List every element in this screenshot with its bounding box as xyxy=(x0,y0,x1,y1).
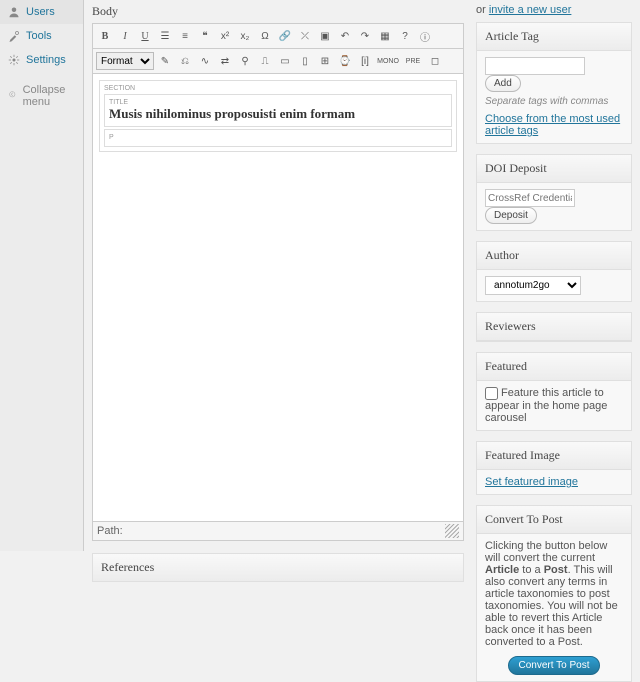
featured-image-panel: Featured Image Set featured image xyxy=(476,441,632,495)
invite-line: or invite a new user xyxy=(476,4,632,22)
tool-k[interactable]: [i] xyxy=(356,52,374,70)
toolbar-row-2: Format ✎ ⎌ ∿ ⇄ ⚲ ⎍ ▭ ▯ ⊞ ⌚ [i] MONO PRE … xyxy=(92,49,464,74)
path-label: Path: xyxy=(97,525,123,537)
doi-panel: DOI Deposit Deposit xyxy=(476,154,632,231)
sidebar-item-label: Settings xyxy=(26,54,66,66)
editor-content[interactable]: SECTION TITLE Musis nihilominus proposui… xyxy=(92,74,464,522)
tool-h[interactable]: ▯ xyxy=(296,52,314,70)
featured-text: Feature this article to appear in the ho… xyxy=(485,387,607,424)
info-button[interactable]: ⓘ xyxy=(416,27,434,45)
title-tag: TITLE xyxy=(109,99,447,106)
sidebar-item-tools[interactable]: Tools xyxy=(0,24,83,48)
unlink-button[interactable]: ⤫ xyxy=(296,27,314,45)
help-button[interactable]: ? xyxy=(396,27,414,45)
author-heading: Author xyxy=(477,242,631,270)
featured-image-heading: Featured Image xyxy=(477,442,631,470)
featured-panel: Featured Feature this article to appear … xyxy=(476,352,632,431)
resize-handle[interactable] xyxy=(445,524,459,538)
tag-hint: Separate tags with commas xyxy=(485,96,623,107)
tag-input[interactable] xyxy=(485,57,585,75)
sidebar-item-users[interactable]: Users xyxy=(0,0,83,24)
section-tag: SECTION xyxy=(104,85,452,92)
italic-button[interactable]: I xyxy=(116,27,134,45)
underline-button[interactable]: U xyxy=(136,27,154,45)
grid-button[interactable]: ▦ xyxy=(376,27,394,45)
tool-l[interactable]: ◻ xyxy=(426,52,444,70)
mono-button[interactable]: MONO xyxy=(376,52,400,70)
featured-checkbox[interactable] xyxy=(485,387,498,400)
featured-heading: Featured xyxy=(477,353,631,381)
convert-heading: Convert To Post xyxy=(477,506,631,534)
doi-heading: DOI Deposit xyxy=(477,155,631,183)
set-featured-image-link[interactable]: Set featured image xyxy=(485,476,578,488)
number-list-button[interactable]: ≡ xyxy=(176,27,194,45)
tool-j[interactable]: ⌚ xyxy=(336,52,354,70)
sidebar-item-settings[interactable]: Settings xyxy=(0,48,83,72)
link-button[interactable]: 🔗 xyxy=(276,27,294,45)
path-bar: Path: xyxy=(92,522,464,541)
format-select[interactable]: Format xyxy=(96,52,154,70)
tool-d[interactable]: ⇄ xyxy=(216,52,234,70)
superscript-button[interactable]: x² xyxy=(216,27,234,45)
article-tag-panel: Article Tag Add Separate tags with comma… xyxy=(476,22,632,144)
add-tag-button[interactable]: Add xyxy=(485,75,521,92)
undo-button[interactable]: ↶ xyxy=(336,27,354,45)
tool-g[interactable]: ▭ xyxy=(276,52,294,70)
gear-icon xyxy=(8,54,20,66)
convert-button[interactable]: Convert To Post xyxy=(508,656,601,675)
omega-button[interactable]: Ω xyxy=(256,27,274,45)
reviewers-panel: Reviewers xyxy=(476,312,632,342)
subscript-button[interactable]: x₂ xyxy=(236,27,254,45)
para-tag: P xyxy=(109,134,447,141)
tool-a[interactable]: ✎ xyxy=(156,52,174,70)
pre-button[interactable]: PRE xyxy=(402,52,424,70)
sidebar-item-label: Tools xyxy=(26,30,52,42)
tool-c[interactable]: ∿ xyxy=(196,52,214,70)
title-text[interactable]: Musis nihilominus proposuisti enim forma… xyxy=(109,106,447,122)
tool-f[interactable]: ⎍ xyxy=(256,52,274,70)
author-panel: Author annotum2go xyxy=(476,241,632,302)
choose-tags-link[interactable]: Choose from the most used article tags xyxy=(485,113,623,137)
toolbar-row-1: B I U ☰ ≡ ❝ x² x₂ Ω 🔗 ⤫ ▣ ↶ ↷ ▦ ? ⓘ xyxy=(92,23,464,49)
deposit-button[interactable]: Deposit xyxy=(485,207,537,224)
references-panel: References xyxy=(92,553,464,582)
invite-link[interactable]: invite a new user xyxy=(489,4,572,16)
tools-icon xyxy=(8,30,20,42)
collapse-menu[interactable]: Collapse menu xyxy=(0,78,83,114)
tool-b[interactable]: ⎌ xyxy=(176,52,194,70)
convert-panel: Convert To Post Clicking the button belo… xyxy=(476,505,632,682)
reviewers-heading: Reviewers xyxy=(477,313,631,341)
references-heading[interactable]: References xyxy=(93,554,463,581)
admin-sidebar: Users Tools Settings Collapse menu xyxy=(0,0,84,551)
body-heading: Body xyxy=(92,0,464,23)
redo-button[interactable]: ↷ xyxy=(356,27,374,45)
bold-button[interactable]: B xyxy=(96,27,114,45)
bullet-list-button[interactable]: ☰ xyxy=(156,27,174,45)
article-tag-heading: Article Tag xyxy=(477,23,631,51)
users-icon xyxy=(8,6,20,18)
sidebar-item-label: Users xyxy=(26,6,55,18)
tool-e[interactable]: ⚲ xyxy=(236,52,254,70)
quote-button[interactable]: ❝ xyxy=(196,27,214,45)
doi-input[interactable] xyxy=(485,189,575,207)
collapse-icon xyxy=(8,90,17,102)
image-button[interactable]: ▣ xyxy=(316,27,334,45)
collapse-label: Collapse menu xyxy=(23,84,75,108)
tool-i[interactable]: ⊞ xyxy=(316,52,334,70)
author-select[interactable]: annotum2go xyxy=(485,276,581,295)
